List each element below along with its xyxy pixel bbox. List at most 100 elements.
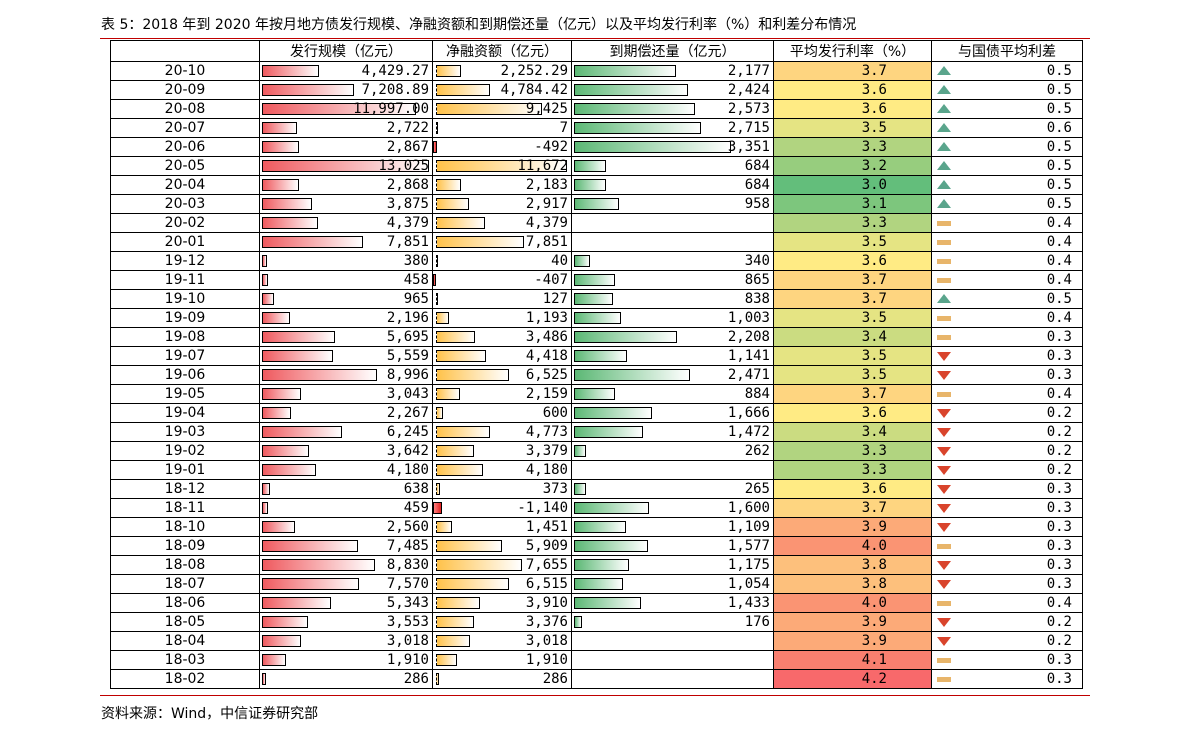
spread-value: 0.5 — [1046, 139, 1072, 155]
spread-value: 0.2 — [1046, 633, 1072, 649]
spread-value: 0.5 — [1046, 82, 1072, 98]
avg-rate-cell: 3.9 — [773, 631, 932, 651]
maturity-value: 176 — [744, 614, 770, 630]
net-financing-cell: 7,851 — [432, 232, 572, 252]
month-cell: 19-09 — [110, 308, 260, 328]
spread-value: 0.2 — [1046, 614, 1072, 630]
net-financing-bar — [436, 65, 461, 77]
spread-cell: 0.5 — [931, 137, 1083, 157]
issuance-cell: 3,642 — [259, 441, 433, 461]
avg-rate-cell: 3.7 — [773, 61, 932, 81]
month-cell: 19-07 — [110, 346, 260, 366]
maturity-cell: 2,471 — [571, 365, 774, 385]
net-financing-value: 2,183 — [525, 177, 568, 193]
avg-rate-cell: 3.3 — [773, 213, 932, 233]
net-financing-value: 6,525 — [525, 367, 568, 383]
net-financing-cell: 1,451 — [432, 517, 572, 537]
maturity-cell — [571, 631, 774, 651]
maturity-cell: 684 — [571, 175, 774, 195]
net-financing-value: 7,851 — [525, 234, 568, 250]
avg-rate-cell: 3.9 — [773, 612, 932, 632]
issuance-bar — [262, 483, 270, 495]
maturity-value: 1,109 — [727, 519, 770, 535]
spread-value: 0.3 — [1046, 652, 1072, 668]
spread-cell: 0.6 — [931, 118, 1083, 138]
header-spread: 与国债平均利差 — [931, 40, 1083, 62]
spread-value: 0.4 — [1046, 272, 1072, 288]
net-financing-cell: 3,018 — [432, 631, 572, 651]
spread-value: 0.5 — [1046, 101, 1072, 117]
maturity-value: 2,471 — [727, 367, 770, 383]
issuance-cell: 2,867 — [259, 137, 433, 157]
issuance-value: 459 — [403, 500, 429, 516]
issuance-cell: 5,343 — [259, 593, 433, 613]
net-financing-bar — [436, 198, 469, 210]
issuance-bar — [262, 445, 309, 457]
table-row: 18-11 459 -1,140 1,600 3.7 0.3 — [110, 498, 1083, 518]
avg-rate-cell: 3.7 — [773, 498, 932, 518]
month-cell: 18-11 — [110, 498, 260, 518]
net-financing-cell: 2,252.29 — [432, 61, 572, 81]
issuance-value: 638 — [403, 481, 429, 497]
net-financing-cell: 2,183 — [432, 175, 572, 195]
net-financing-bar — [436, 559, 522, 571]
net-financing-value: 6,515 — [525, 576, 568, 592]
avg-rate-cell: 4.1 — [773, 650, 932, 670]
maturity-value: 1,666 — [727, 405, 770, 421]
table-row: 19-08 5,695 3,486 2,208 3.4 0.3 — [110, 327, 1083, 347]
net-financing-value: 127 — [542, 291, 568, 307]
net-financing-value: 600 — [542, 405, 568, 421]
maturity-value: 340 — [744, 253, 770, 269]
net-financing-value: 40 — [551, 253, 568, 269]
net-financing-bar — [436, 293, 438, 305]
issuance-value: 13,025 — [378, 158, 429, 174]
issuance-value: 7,485 — [386, 538, 429, 554]
issuance-bar — [262, 274, 268, 286]
issuance-value: 3,018 — [386, 633, 429, 649]
issuance-cell: 638 — [259, 479, 433, 499]
spread-cell: 0.4 — [931, 308, 1083, 328]
issuance-value: 5,559 — [386, 348, 429, 364]
issuance-cell: 3,875 — [259, 194, 433, 214]
issuance-value: 286 — [403, 671, 429, 687]
net-financing-bar — [436, 540, 502, 552]
maturity-cell: 3,351 — [571, 137, 774, 157]
issuance-value: 8,996 — [386, 367, 429, 383]
spread-cell: 0.5 — [931, 175, 1083, 195]
month-cell: 18-02 — [110, 669, 260, 689]
maturity-cell: 2,208 — [571, 327, 774, 347]
issuance-value: 5,343 — [386, 595, 429, 611]
issuance-cell: 2,267 — [259, 403, 433, 423]
spread-value: 0.4 — [1046, 310, 1072, 326]
issuance-value: 3,553 — [386, 614, 429, 630]
avg-rate-cell: 4.0 — [773, 593, 932, 613]
issuance-bar — [262, 179, 299, 191]
spread-cell: 0.5 — [931, 156, 1083, 176]
net-financing-value: 4,418 — [525, 348, 568, 364]
net-financing-value: 3,376 — [525, 614, 568, 630]
avg-rate-cell: 3.1 — [773, 194, 932, 214]
issuance-bar — [262, 236, 363, 248]
net-financing-cell: 4,418 — [432, 346, 572, 366]
spread-value: 0.4 — [1046, 215, 1072, 231]
header-issuance: 发行规模（亿元） — [259, 40, 433, 62]
down-triangle-icon — [937, 447, 951, 456]
net-financing-cell: 7,655 — [432, 555, 572, 575]
maturity-cell: 1,600 — [571, 498, 774, 518]
header-row: 发行规模（亿元） 净融资额（亿元） 到期偿还量（亿元） 平均发行利率（%） 与国… — [110, 40, 1083, 62]
net-financing-bar — [436, 255, 438, 267]
maturity-value: 1,577 — [727, 538, 770, 554]
maturity-bar — [574, 274, 615, 286]
spread-cell: 0.5 — [931, 289, 1083, 309]
table-title: 表 5：2018 年到 2020 年按月地方债发行规模、净融资额和到期偿还量（亿… — [101, 17, 857, 33]
issuance-value: 2,267 — [386, 405, 429, 421]
maturity-bar — [574, 255, 590, 267]
table-row: 19-04 2,267 600 1,666 3.6 0.2 — [110, 403, 1083, 423]
maturity-value: 684 — [744, 177, 770, 193]
maturity-bar — [574, 84, 688, 96]
down-triangle-icon — [937, 485, 951, 494]
down-triangle-icon — [937, 618, 951, 627]
issuance-bar — [262, 578, 359, 590]
source-note: 资料来源：Wind，中信证券研究部 — [101, 706, 319, 722]
issuance-cell: 7,851 — [259, 232, 433, 252]
